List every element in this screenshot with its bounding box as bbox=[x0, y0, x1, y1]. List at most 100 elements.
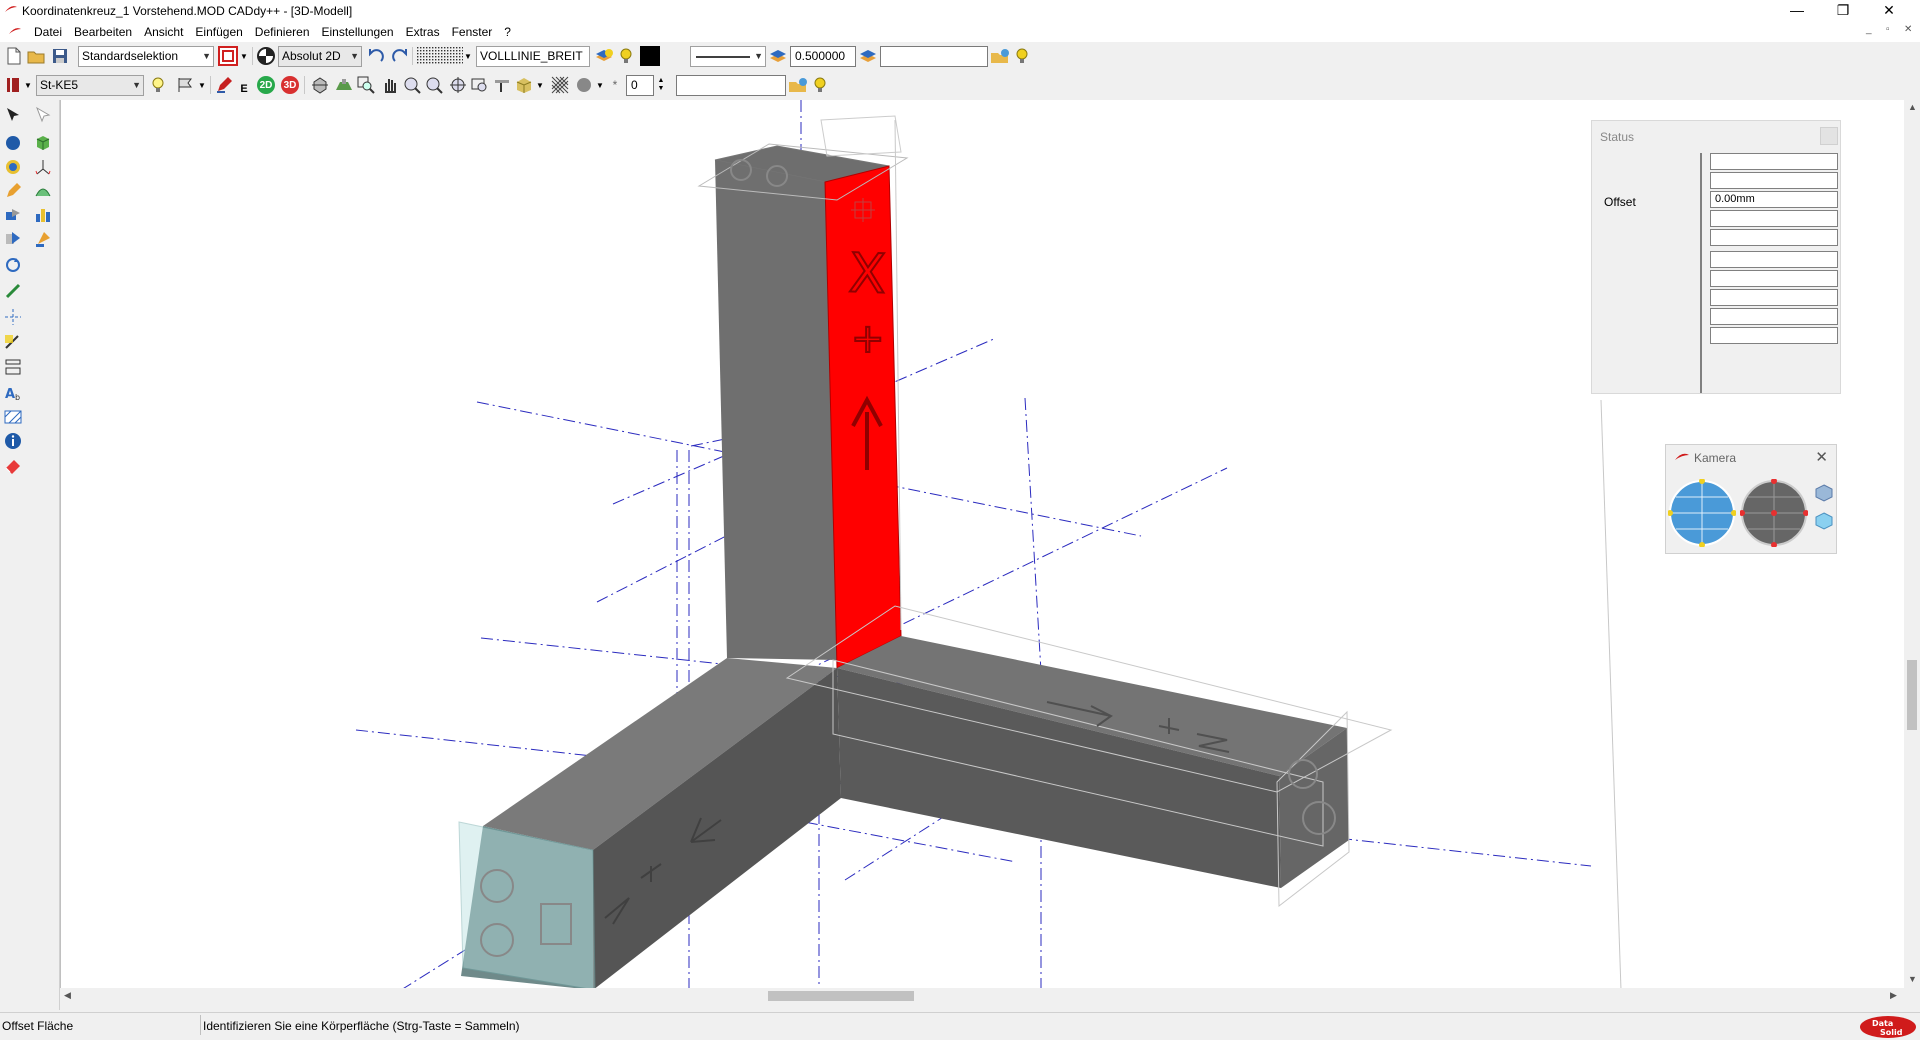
sphere-dropdown-arrow-icon[interactable]: ▼ bbox=[594, 75, 606, 95]
app-menu-icon[interactable] bbox=[8, 27, 22, 36]
zoom-all-icon[interactable] bbox=[448, 75, 468, 95]
menu-extras[interactable]: Extras bbox=[400, 25, 446, 39]
sweep-icon[interactable] bbox=[2, 156, 24, 178]
text-annotation-icon[interactable]: Ab bbox=[2, 382, 24, 404]
redo-icon[interactable] bbox=[390, 46, 410, 66]
status-row-7[interactable] bbox=[1710, 270, 1838, 287]
rotate-view-icon[interactable] bbox=[310, 75, 330, 95]
hatching-icon[interactable] bbox=[2, 406, 24, 428]
material-dropdown-arrow-icon[interactable]: ▼ bbox=[22, 75, 34, 95]
lightbulb-icon[interactable] bbox=[1012, 46, 1032, 66]
eraser-icon[interactable] bbox=[2, 454, 24, 476]
section-view-icon[interactable] bbox=[492, 75, 512, 95]
coordinate-mode-select[interactable]: Absolut 2D ▼ bbox=[278, 46, 362, 67]
status-row-8[interactable] bbox=[1710, 289, 1838, 306]
line-width-icon[interactable] bbox=[768, 46, 788, 66]
menu-einstellungen[interactable]: Einstellungen bbox=[316, 25, 400, 39]
walk-view-icon[interactable] bbox=[334, 75, 354, 95]
e-label-icon[interactable]: E bbox=[236, 75, 252, 95]
line-width-field[interactable]: 0.500000 bbox=[790, 46, 856, 67]
bulb-outline-icon[interactable] bbox=[148, 75, 168, 95]
axis-cross-icon[interactable] bbox=[32, 156, 54, 178]
shaded-box-icon[interactable] bbox=[514, 75, 534, 95]
mdi-close-button[interactable]: ✕ bbox=[1904, 24, 1912, 35]
measure-icon[interactable] bbox=[2, 356, 24, 378]
undo-icon[interactable] bbox=[366, 46, 386, 66]
select-arrow-icon[interactable] bbox=[2, 104, 24, 126]
color-swatch-black[interactable] bbox=[640, 46, 660, 66]
selection-mode-select[interactable]: Standardselektion ▼ bbox=[78, 46, 214, 67]
view-3d-button[interactable]: 3D bbox=[280, 75, 300, 95]
zoom-previous-icon[interactable] bbox=[470, 75, 490, 95]
sketch-pencil-icon[interactable] bbox=[2, 180, 24, 202]
material-select[interactable]: St-KE5 ▼ bbox=[36, 75, 144, 96]
minimize-button[interactable]: — bbox=[1774, 0, 1820, 22]
line-style-select[interactable]: ▼ bbox=[690, 46, 766, 67]
dimension-icon[interactable] bbox=[2, 332, 24, 354]
folder-settings-icon[interactable] bbox=[990, 46, 1010, 66]
asterisk-icon[interactable]: * bbox=[608, 75, 622, 95]
boolean-tool-icon[interactable] bbox=[2, 204, 24, 226]
pan-hand-icon[interactable] bbox=[380, 75, 400, 95]
chart-bars-icon[interactable] bbox=[32, 204, 54, 226]
camera-cube-front-icon[interactable] bbox=[1814, 511, 1834, 531]
zoom-window-icon[interactable] bbox=[356, 75, 376, 95]
counter-field[interactable]: 0 bbox=[626, 75, 654, 96]
status-row-2[interactable] bbox=[1710, 172, 1838, 189]
status-row-9[interactable] bbox=[1710, 308, 1838, 325]
camera-rotate-globe-icon[interactable] bbox=[1740, 479, 1808, 547]
counter-spinner[interactable]: ▲ ▼ bbox=[654, 75, 668, 95]
scroll-up-icon[interactable]: ▲ bbox=[1908, 102, 1917, 112]
grid-dropdown-arrow-icon[interactable]: ▼ bbox=[462, 46, 474, 66]
status-row-1[interactable] bbox=[1710, 153, 1838, 170]
selection-dropdown-arrow-icon[interactable]: ▼ bbox=[238, 46, 250, 66]
secondary-text-field[interactable] bbox=[676, 75, 786, 96]
construction-lines-icon[interactable] bbox=[2, 306, 24, 328]
material-book-icon[interactable] bbox=[4, 75, 24, 95]
offset-value-field[interactable]: 0.00mm bbox=[1710, 191, 1838, 208]
vertical-scroll-thumb[interactable] bbox=[1907, 660, 1917, 730]
transform-icon[interactable] bbox=[2, 228, 24, 250]
open-file-icon[interactable] bbox=[26, 46, 46, 66]
grid-pattern-icon[interactable] bbox=[416, 46, 464, 66]
layer-manager-icon[interactable] bbox=[594, 46, 614, 66]
vertical-scrollbar[interactable]: ▲ ▼ bbox=[1904, 100, 1920, 988]
status-row-4[interactable] bbox=[1710, 210, 1838, 227]
scroll-left-icon[interactable]: ◀ bbox=[64, 990, 71, 1001]
layer-lightbulb-icon[interactable] bbox=[616, 46, 636, 66]
menu-ansicht[interactable]: Ansicht bbox=[138, 25, 189, 39]
line-draw-icon[interactable] bbox=[2, 280, 24, 302]
mdi-restore-button[interactable]: ▫ bbox=[1886, 24, 1890, 35]
info-icon[interactable] bbox=[2, 430, 24, 452]
menu-fenster[interactable]: Fenster bbox=[446, 25, 499, 39]
scroll-right-icon[interactable]: ▶ bbox=[1890, 990, 1897, 1001]
sphere-icon[interactable] bbox=[574, 75, 594, 95]
solid-box-icon[interactable] bbox=[32, 132, 54, 154]
scroll-down-icon[interactable]: ▼ bbox=[1908, 974, 1917, 984]
3d-model-viewport[interactable]: X + Status Offset 0.00mm Kamera ✕ bbox=[60, 100, 1904, 988]
menu-help[interactable]: ? bbox=[498, 25, 517, 39]
mdi-minimize-button[interactable]: _ bbox=[1866, 24, 1872, 35]
close-window-button[interactable]: ✕ bbox=[1866, 0, 1912, 22]
layer-stack-icon[interactable] bbox=[858, 46, 878, 66]
snap-target-icon[interactable] bbox=[256, 46, 276, 66]
horizontal-scroll-thumb[interactable] bbox=[768, 991, 914, 1001]
flag-icon[interactable] bbox=[176, 75, 196, 95]
shading-dropdown-arrow-icon[interactable]: ▼ bbox=[534, 75, 546, 95]
camera-cube-top-icon[interactable] bbox=[1814, 483, 1834, 503]
menu-definieren[interactable]: Definieren bbox=[249, 25, 316, 39]
grid-hatch-icon[interactable] bbox=[550, 75, 570, 95]
zoom-out-icon[interactable] bbox=[424, 75, 444, 95]
menu-einfuegen[interactable]: Einfügen bbox=[189, 25, 248, 39]
zoom-in-icon[interactable] bbox=[402, 75, 422, 95]
menu-datei[interactable]: Datei bbox=[28, 25, 68, 39]
rotate-object-icon[interactable] bbox=[2, 254, 24, 276]
status-row-5[interactable] bbox=[1710, 229, 1838, 246]
pen-tool-icon[interactable] bbox=[214, 75, 234, 95]
status-panel-close-button[interactable] bbox=[1820, 127, 1838, 145]
restore-button[interactable]: ❐ bbox=[1820, 0, 1866, 22]
new-file-icon[interactable] bbox=[4, 46, 24, 66]
view-2d-button[interactable]: 2D bbox=[256, 75, 276, 95]
camera-orbit-globe-icon[interactable] bbox=[1668, 479, 1736, 547]
camera-close-icon[interactable]: ✕ bbox=[1815, 448, 1828, 466]
